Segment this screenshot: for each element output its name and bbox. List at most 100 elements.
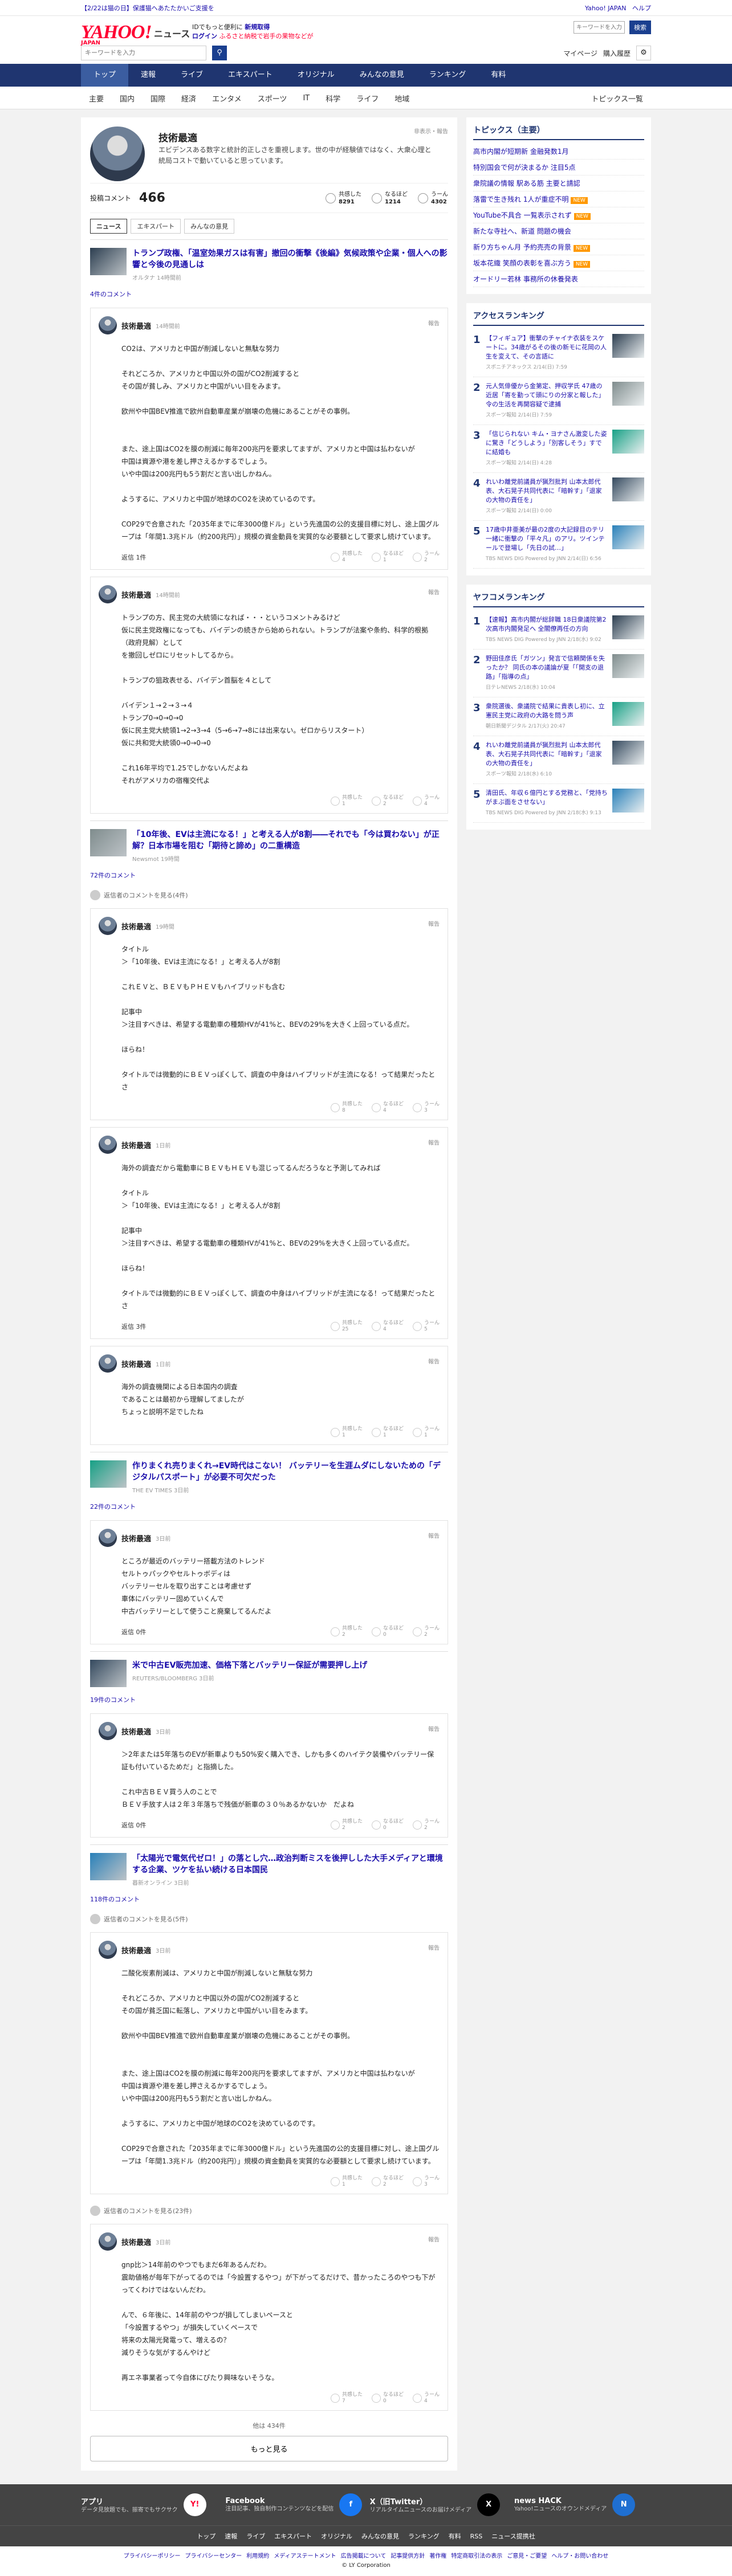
nav-item[interactable]: 有料 [478, 64, 518, 87]
reaction-insight[interactable]: なるほど 0 [371, 1819, 404, 1831]
top-promo-link[interactable]: 【2/22は猫の日】保護猫へあたたかいご支援を [81, 3, 214, 13]
nav-item[interactable]: エキスパート [215, 64, 285, 87]
legal-link[interactable]: ご意見・ご要望 [507, 2553, 547, 2559]
reaction-insight[interactable]: なるほど 1 [371, 1426, 404, 1439]
reply-toggle[interactable]: 返信 1件 [121, 553, 147, 562]
comment-author[interactable]: 技術最適 [121, 2236, 151, 2247]
footer-nav-link[interactable]: ランキング [408, 2533, 440, 2540]
ranking-item[interactable]: 3 「信じられない キム・ヨナさん激変した姿に驚き「どうしよう」「別客しそう」すで… [473, 425, 644, 473]
report-link[interactable]: 報告 [428, 919, 440, 928]
rank-thumbnail[interactable] [612, 702, 644, 726]
yahoo-japan-link[interactable]: Yahoo! JAPAN [585, 5, 627, 12]
rank-thumbnail[interactable] [612, 789, 644, 813]
reaction-hmm[interactable]: うーん 3 [412, 1101, 440, 1114]
rank-title[interactable]: れいわ離党前議員が猟烈批判 山本太郎代表、大石晃子共同代表に「暗幹す」「退家の大… [486, 741, 608, 768]
report-link[interactable]: 報告 [428, 587, 440, 596]
footer-nav-link[interactable]: エキスパート [274, 2533, 312, 2540]
comment-author[interactable]: 技術最適 [121, 1358, 151, 1369]
signup-link[interactable]: 新規取得 [245, 23, 270, 31]
footer-col[interactable]: アプリ データ見放題でも、振寄でもサクサク Y! [81, 2493, 218, 2516]
reaction-hmm[interactable]: うーん 2 [412, 1819, 440, 1831]
reaction-insight[interactable]: なるほど 0 [371, 1626, 404, 1638]
article-title[interactable]: 米で中古EV販売加速、価格下落とバッテリー保証が需要押し上げ [132, 1660, 367, 1671]
avatar[interactable] [99, 1941, 117, 1959]
topic-item[interactable]: 高市内閣が短期新 金融発数1月 [473, 144, 644, 160]
avatar[interactable] [99, 2232, 117, 2251]
rank-thumbnail[interactable] [612, 430, 644, 454]
reaction-insight[interactable]: なるほど 0 [371, 2392, 404, 2404]
subnav-item[interactable]: 国際 [143, 93, 173, 104]
comment-count-link[interactable]: 72件のコメント [90, 868, 448, 885]
rank-title[interactable]: 衆院選後、衆議院で結果に貴表し初に、立憲民主党に政府の大路を問う声 [486, 702, 608, 720]
footer-col[interactable]: X（旧Twitter） リアルタイムニュースのお届けメディア X [370, 2493, 507, 2516]
subnav-item[interactable]: ライフ [348, 93, 387, 104]
rank-thumbnail[interactable] [612, 741, 644, 765]
article-thumbnail[interactable] [90, 1853, 127, 1880]
nav-item[interactable]: 速報 [128, 64, 168, 87]
hide-report-link[interactable]: 非表示・報告 [414, 126, 448, 135]
legal-link[interactable]: 利用規約 [246, 2553, 269, 2559]
reaction-insight[interactable]: なるほど 4 [371, 1320, 404, 1333]
rank-title[interactable]: 【フィギュア】衝撃のチャイナ衣装をスケートに。34歳がるその後の新モに花岡の人生… [486, 334, 608, 361]
rank-title[interactable]: 17歳中井亜美が最の2度の大記録目のテリ一緒に衝撃の「平々凡」のアリ。ツインテー… [486, 525, 608, 553]
reaction-hmm[interactable]: うーん 4 [412, 795, 440, 807]
report-link[interactable]: 報告 [428, 2235, 440, 2243]
rank-title[interactable]: 「信じられない キム・ヨナさん激変した姿に驚き「どうしよう」「別客しそう」すでに… [486, 430, 608, 457]
article-thumbnail[interactable] [90, 248, 127, 275]
reaction-empathy[interactable]: 共感した 2 [330, 1819, 363, 1831]
ranking-item[interactable]: 5 清田氏、年収６億円とする党務と、「党持ちがまぶ面をさせない」 TBS NEWS … [473, 784, 644, 823]
reaction-hmm[interactable]: うーん 5 [412, 1320, 440, 1333]
reaction-empathy[interactable]: 共感した 8 [330, 1101, 363, 1114]
subnav-item[interactable]: エンタメ [204, 93, 250, 104]
comment-author[interactable]: 技術最適 [121, 921, 151, 932]
hidden-comments-toggle[interactable]: 返信者のコメントを見る(23件) [90, 2201, 448, 2220]
article-thumbnail[interactable] [90, 1460, 127, 1488]
subnav-item[interactable]: 地域 [387, 93, 417, 104]
legal-link[interactable]: 広告掲載について [341, 2553, 387, 2559]
hidden-comments-toggle[interactable]: 返信者のコメントを見る(4件) [90, 885, 448, 905]
report-link[interactable]: 報告 [428, 1724, 440, 1733]
report-link[interactable]: 報告 [428, 319, 440, 327]
report-link[interactable]: 報告 [428, 1357, 440, 1365]
footer-nav-link[interactable]: ライブ [246, 2533, 265, 2540]
rank-thumbnail[interactable] [612, 654, 644, 678]
avatar[interactable] [99, 917, 117, 935]
rank-thumbnail[interactable] [612, 477, 644, 501]
comment-author[interactable]: 技術最適 [121, 320, 151, 331]
comment-count-link[interactable]: 118件のコメント [90, 1892, 448, 1909]
rank-title[interactable]: 清田氏、年収６億円とする党務と、「党持ちがまぶ面をさせない」 [486, 789, 608, 807]
ranking-item[interactable]: 4 れいわ離党前議員が猟烈批判 山本太郎代表、大石晃子共同代表に「暗幹す」「退家の… [473, 736, 644, 784]
reaction-hmm[interactable]: うーん 1 [412, 1426, 440, 1439]
footer-nav-link[interactable]: オリジナル [321, 2533, 352, 2540]
reaction-empathy[interactable]: 共感した 25 [330, 1320, 363, 1333]
reaction-insight[interactable]: なるほど 2 [371, 795, 404, 807]
topic-item[interactable]: 落雷で生き残れ 1人が重症不明 NEW [473, 191, 644, 207]
rank-thumbnail[interactable] [612, 615, 644, 639]
article-thumbnail[interactable] [90, 829, 127, 856]
tab-opinion[interactable]: みんなの意見 [184, 219, 235, 234]
comment-count-link[interactable]: 19件のコメント [90, 1693, 448, 1710]
comment-count-link[interactable]: 4件のコメント [90, 287, 448, 304]
comment-author[interactable]: 技術最適 [121, 1945, 151, 1956]
article-title[interactable]: 「太陽光で電気代ゼロ！」の落とし穴…政治判断ミスを後押しした大手メディアと環境す… [132, 1853, 448, 1876]
reaction-insight[interactable]: なるほど 1 [371, 551, 404, 564]
subnav-item[interactable]: 経済 [173, 93, 204, 104]
footer-nav-link[interactable]: RSS [470, 2533, 483, 2540]
avatar[interactable] [99, 1529, 117, 1547]
legal-link[interactable]: 著作権 [429, 2553, 446, 2559]
reaction-empathy[interactable]: 共感した 1 [330, 1426, 363, 1439]
legal-link[interactable]: 特定商取引法の表示 [451, 2553, 502, 2559]
load-more-button[interactable]: もっと見る [90, 2436, 448, 2461]
rank-title[interactable]: れいわ離党前議員が猟烈批判 山本太郎代表、大石晃子共同代表に「暗幹す」「退家の大… [486, 477, 608, 505]
ranking-item[interactable]: 3 衆院選後、衆議院で結果に貴表し初に、立憲民主党に政府の大路を問う声 朝日新聞デジ… [473, 697, 644, 736]
article-title[interactable]: 「10年後、EVは主流になる！」と考える人が8割――それでも「今は買わない」が正… [132, 829, 448, 852]
topic-item[interactable]: 特別国会で何が決まるか 注目5点 [473, 160, 644, 175]
article-title[interactable]: 作りまくれ売りまくれ→EV時代はこない！ バッテリーを生涯ムダにしないための「デ… [132, 1460, 448, 1483]
comment-author[interactable]: 技術最適 [121, 1533, 151, 1544]
mypage-link[interactable]: マイページ [563, 48, 597, 58]
avatar[interactable] [99, 1722, 117, 1740]
rank-thumbnail[interactable] [612, 334, 644, 358]
legal-link[interactable]: メディアステートメント [274, 2553, 336, 2559]
avatar[interactable] [99, 316, 117, 334]
search-icon[interactable]: ⚲ [212, 46, 227, 60]
